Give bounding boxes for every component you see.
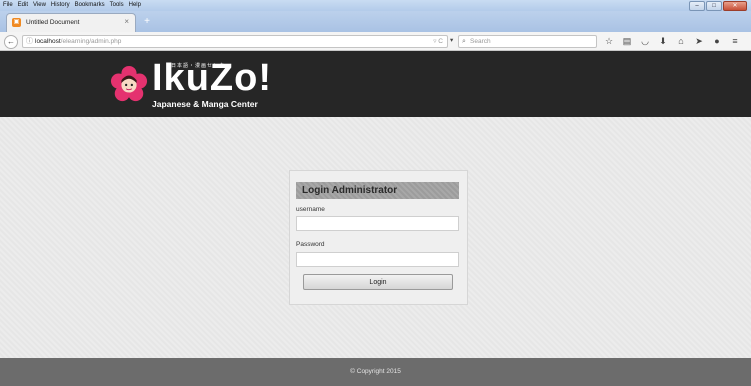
close-window-button[interactable]: ✕ xyxy=(723,1,747,11)
tab-close-icon[interactable]: × xyxy=(124,17,129,26)
menu-history[interactable]: History xyxy=(51,1,70,10)
logo-subtitle: Japanese & Manga Center xyxy=(152,99,258,109)
download-icon[interactable]: ⬇ xyxy=(654,34,672,48)
send-icon[interactable]: ➤ xyxy=(690,34,708,48)
minimize-button[interactable]: – xyxy=(689,1,705,11)
search-placeholder: Search xyxy=(470,38,491,45)
tab-untitled-document[interactable]: ▣ Untitled Document × xyxy=(6,13,136,33)
password-label: Password xyxy=(296,241,325,248)
url-path: /elearning/admin.php xyxy=(60,38,122,45)
toolbar-icons: ☆ ▤ ◡ ⬇ ⌂ ➤ ● ≡ xyxy=(600,34,744,48)
window-title-bar: File Edit View History Bookmarks Tools H… xyxy=(0,0,751,11)
maximize-button[interactable]: □ xyxy=(706,1,722,11)
site-footer: © Copyright 2015 xyxy=(0,358,751,386)
menu-tools[interactable]: Tools xyxy=(110,1,124,10)
pocket-icon[interactable]: ◡ xyxy=(636,34,654,48)
new-tab-button[interactable]: + xyxy=(140,15,154,29)
menu-help[interactable]: Help xyxy=(129,1,141,10)
menu-edit[interactable]: Edit xyxy=(18,1,28,10)
copyright-text: © Copyright 2015 xyxy=(350,368,401,375)
logo-flower-icon xyxy=(110,65,148,102)
url-bar[interactable]: ⓘ localhost/elearning/admin.php ▿ C xyxy=(22,35,448,48)
login-heading: Login Administrator xyxy=(302,185,398,196)
search-engine-icon[interactable]: ▾ xyxy=(450,36,453,44)
search-bar[interactable]: ⌕ Search xyxy=(458,35,597,48)
site-info-icon[interactable]: ⓘ xyxy=(26,37,33,46)
navigation-bar: ← ⓘ localhost/elearning/admin.php ▿ C ▾ … xyxy=(0,32,751,51)
search-icon: ⌕ xyxy=(462,38,466,45)
menu-bar: File Edit View History Bookmarks Tools H… xyxy=(3,1,141,10)
tab-favicon-icon: ▣ xyxy=(12,18,21,27)
url-text: localhost/elearning/admin.php xyxy=(35,36,121,47)
menu-view[interactable]: View xyxy=(33,1,46,10)
password-input[interactable] xyxy=(296,252,459,267)
chat-icon[interactable]: ● xyxy=(708,34,726,48)
tab-title: Untitled Document xyxy=(26,19,80,26)
username-input[interactable] xyxy=(296,216,459,231)
menu-icon[interactable]: ≡ xyxy=(726,34,744,48)
login-button[interactable]: Login xyxy=(303,274,453,290)
menu-bookmarks[interactable]: Bookmarks xyxy=(75,1,105,10)
menu-file[interactable]: File xyxy=(3,1,13,10)
window-controls: – □ ✕ xyxy=(688,1,747,11)
reload-icon[interactable]: ▿ C xyxy=(433,36,443,47)
star-icon[interactable]: ☆ xyxy=(600,34,618,48)
username-label: username xyxy=(296,206,325,213)
url-host: localhost xyxy=(35,38,61,45)
home-icon[interactable]: ⌂ xyxy=(672,34,690,48)
reading-list-icon[interactable]: ▤ xyxy=(618,34,636,48)
login-heading-bar: Login Administrator xyxy=(296,182,459,199)
back-arrow-icon[interactable]: ← xyxy=(4,35,18,49)
logo-japanese-text: 日本語・漫画センター xyxy=(171,63,232,69)
